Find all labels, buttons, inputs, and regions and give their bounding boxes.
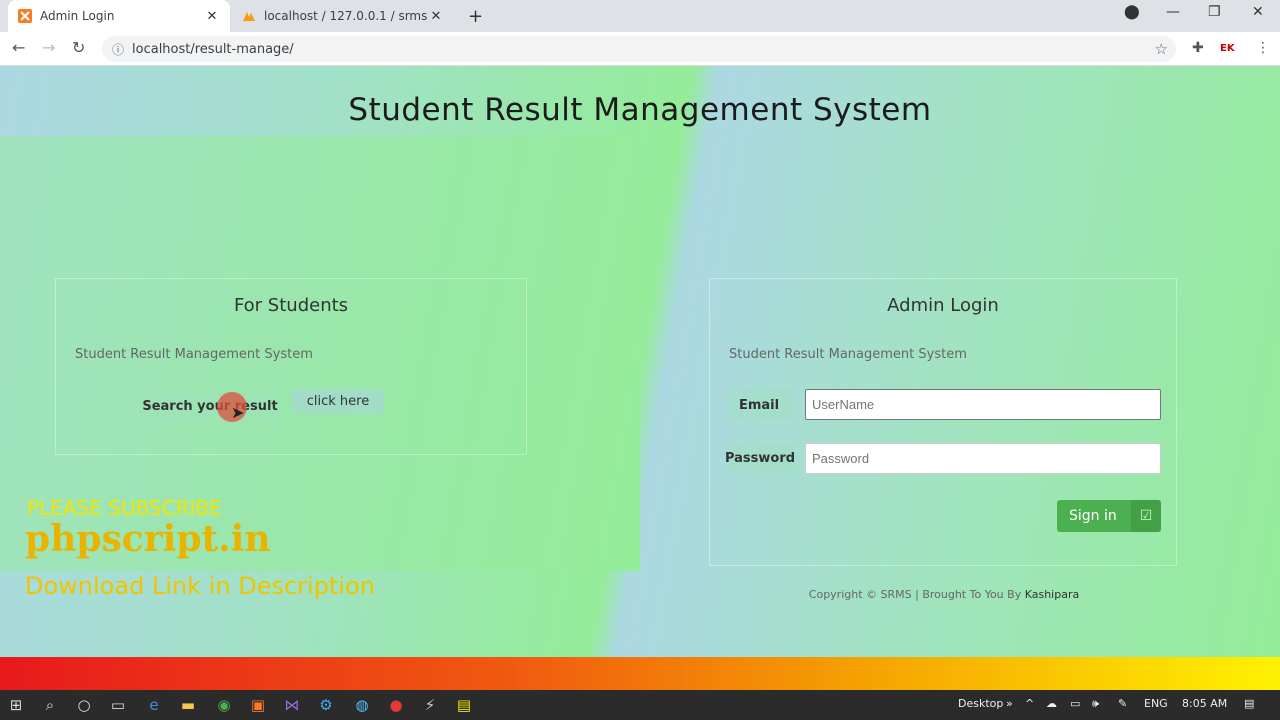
taskbar: ⊞ ⌕ ○ ▭ e ▬ ◉ ▣ ⋈ ⚙ ◍ ● ⚡ ▤ Desktop » ^ … bbox=[0, 690, 1280, 720]
back-icon[interactable]: ← bbox=[12, 38, 25, 57]
phpmyadmin-favicon-icon bbox=[243, 12, 255, 21]
forward-icon[interactable]: → bbox=[42, 38, 55, 57]
close-tab-icon[interactable]: ✕ bbox=[204, 9, 220, 24]
language-indicator[interactable]: ENG bbox=[1144, 697, 1168, 710]
pen-icon[interactable]: ✎ bbox=[1118, 697, 1127, 710]
promo-subscribe: PLEASE SUBSCRIBE bbox=[27, 496, 222, 520]
click-here-link[interactable]: click here bbox=[292, 389, 384, 413]
copyright-footer: Copyright © SRMS | Brought To You By Kas… bbox=[709, 588, 1179, 601]
visual-studio-icon[interactable]: ⋈ bbox=[282, 695, 302, 715]
student-card-heading: For Students bbox=[233, 295, 349, 316]
restore-icon[interactable]: ❐ bbox=[1208, 4, 1221, 20]
mouse-cursor-icon: ➤ bbox=[231, 403, 245, 422]
battery-icon[interactable]: ▭ bbox=[1070, 697, 1080, 710]
reload-icon[interactable]: ↻ bbox=[72, 38, 85, 57]
tab-title: localhost / 127.0.0.1 / srms / adm bbox=[264, 9, 428, 23]
ek-extension-icon[interactable]: EK bbox=[1220, 43, 1235, 54]
minimize-icon[interactable]: — bbox=[1166, 4, 1180, 20]
notepad-icon[interactable]: ▤ bbox=[454, 695, 474, 715]
cortana-icon[interactable]: ○ bbox=[74, 695, 94, 715]
admin-card-heading: Admin Login bbox=[887, 295, 999, 316]
copyright-text: Copyright © SRMS | Brought To You By bbox=[808, 588, 1022, 601]
xampp-favicon-icon bbox=[18, 9, 32, 23]
search-result-label: Search your result bbox=[139, 391, 281, 421]
window-close-icon[interactable]: ✕ bbox=[1252, 4, 1264, 20]
tab-title: Admin Login bbox=[40, 9, 115, 23]
volume-icon[interactable]: 🕪 bbox=[1092, 697, 1099, 711]
password-label: Password bbox=[725, 443, 795, 473]
search-icon[interactable]: ⌕ bbox=[40, 695, 60, 715]
notifications-icon[interactable]: ▤ bbox=[1244, 697, 1254, 710]
admin-card-subtitle: Student Result Management System bbox=[729, 347, 967, 362]
tab-phpmyadmin[interactable]: localhost / 127.0.0.1 / srms / adm ✕ bbox=[232, 0, 454, 32]
expand-toolbar-icon[interactable]: » bbox=[1006, 697, 1013, 710]
desktop-toolbar-label[interactable]: Desktop bbox=[958, 697, 1003, 710]
app-icon[interactable]: ⚙ bbox=[316, 695, 336, 715]
python-icon[interactable]: ⚡ bbox=[420, 695, 440, 715]
recorder-icon[interactable]: ● bbox=[386, 695, 406, 715]
page-title: Student Result Management System bbox=[348, 92, 932, 128]
url-text: localhost/result-manage/ bbox=[132, 41, 294, 57]
close-tab-icon[interactable]: ✕ bbox=[428, 9, 444, 24]
checkmark-icon: ☑ bbox=[1131, 500, 1161, 532]
promo-download: Download Link in Description bbox=[25, 572, 375, 600]
edge-icon[interactable]: e bbox=[144, 695, 164, 715]
student-card: For Students Student Result Management S… bbox=[55, 278, 527, 455]
admin-login-card: Admin Login Student Result Management Sy… bbox=[709, 278, 1177, 566]
browser-app-icon[interactable]: ◍ bbox=[352, 695, 372, 715]
chrome-icon[interactable]: ◉ bbox=[214, 695, 234, 715]
file-explorer-icon[interactable]: ▬ bbox=[178, 695, 198, 715]
promo-site: phpscript.in bbox=[25, 518, 271, 560]
cloud-icon[interactable]: ☁ bbox=[1046, 697, 1057, 710]
profile-dropdown-icon[interactable]: ⬤ bbox=[1124, 4, 1140, 20]
password-field[interactable] bbox=[805, 443, 1161, 474]
email-label: Email bbox=[727, 389, 791, 421]
address-bar[interactable]: ⓘ localhost/result-manage/ ☆ bbox=[102, 36, 1176, 62]
hidden-icons-chevron-icon[interactable]: ^ bbox=[1025, 697, 1034, 710]
tab-strip: Admin Login ✕ localhost / 127.0.0.1 / sr… bbox=[0, 0, 1280, 32]
extensions-icon[interactable]: ✚ bbox=[1192, 40, 1204, 56]
windows-start-icon[interactable]: ⊞ bbox=[6, 695, 26, 715]
site-info-icon[interactable]: ⓘ bbox=[112, 41, 124, 58]
page-content: Student Result Management System For Stu… bbox=[0, 66, 1280, 657]
task-view-icon[interactable]: ▭ bbox=[108, 695, 128, 715]
sign-in-label: Sign in bbox=[1069, 508, 1117, 524]
email-field[interactable] bbox=[805, 389, 1161, 420]
browser-toolbar: ← → ↻ ⓘ localhost/result-manage/ ☆ bbox=[0, 32, 1280, 66]
clock[interactable]: 8:05 AM bbox=[1182, 697, 1227, 710]
menu-icon[interactable]: ⋮ bbox=[1256, 40, 1270, 56]
new-tab-icon[interactable]: + bbox=[468, 6, 483, 27]
bookmark-star-icon[interactable]: ☆ bbox=[1155, 40, 1168, 58]
tab-admin-login[interactable]: Admin Login ✕ bbox=[8, 0, 230, 32]
sign-in-button[interactable]: Sign in ☑ bbox=[1057, 500, 1161, 532]
author-link[interactable]: Kashipara bbox=[1025, 588, 1080, 601]
student-card-subtitle: Student Result Management System bbox=[75, 347, 313, 362]
gradient-banner bbox=[0, 657, 1280, 690]
xampp-icon[interactable]: ▣ bbox=[248, 695, 268, 715]
